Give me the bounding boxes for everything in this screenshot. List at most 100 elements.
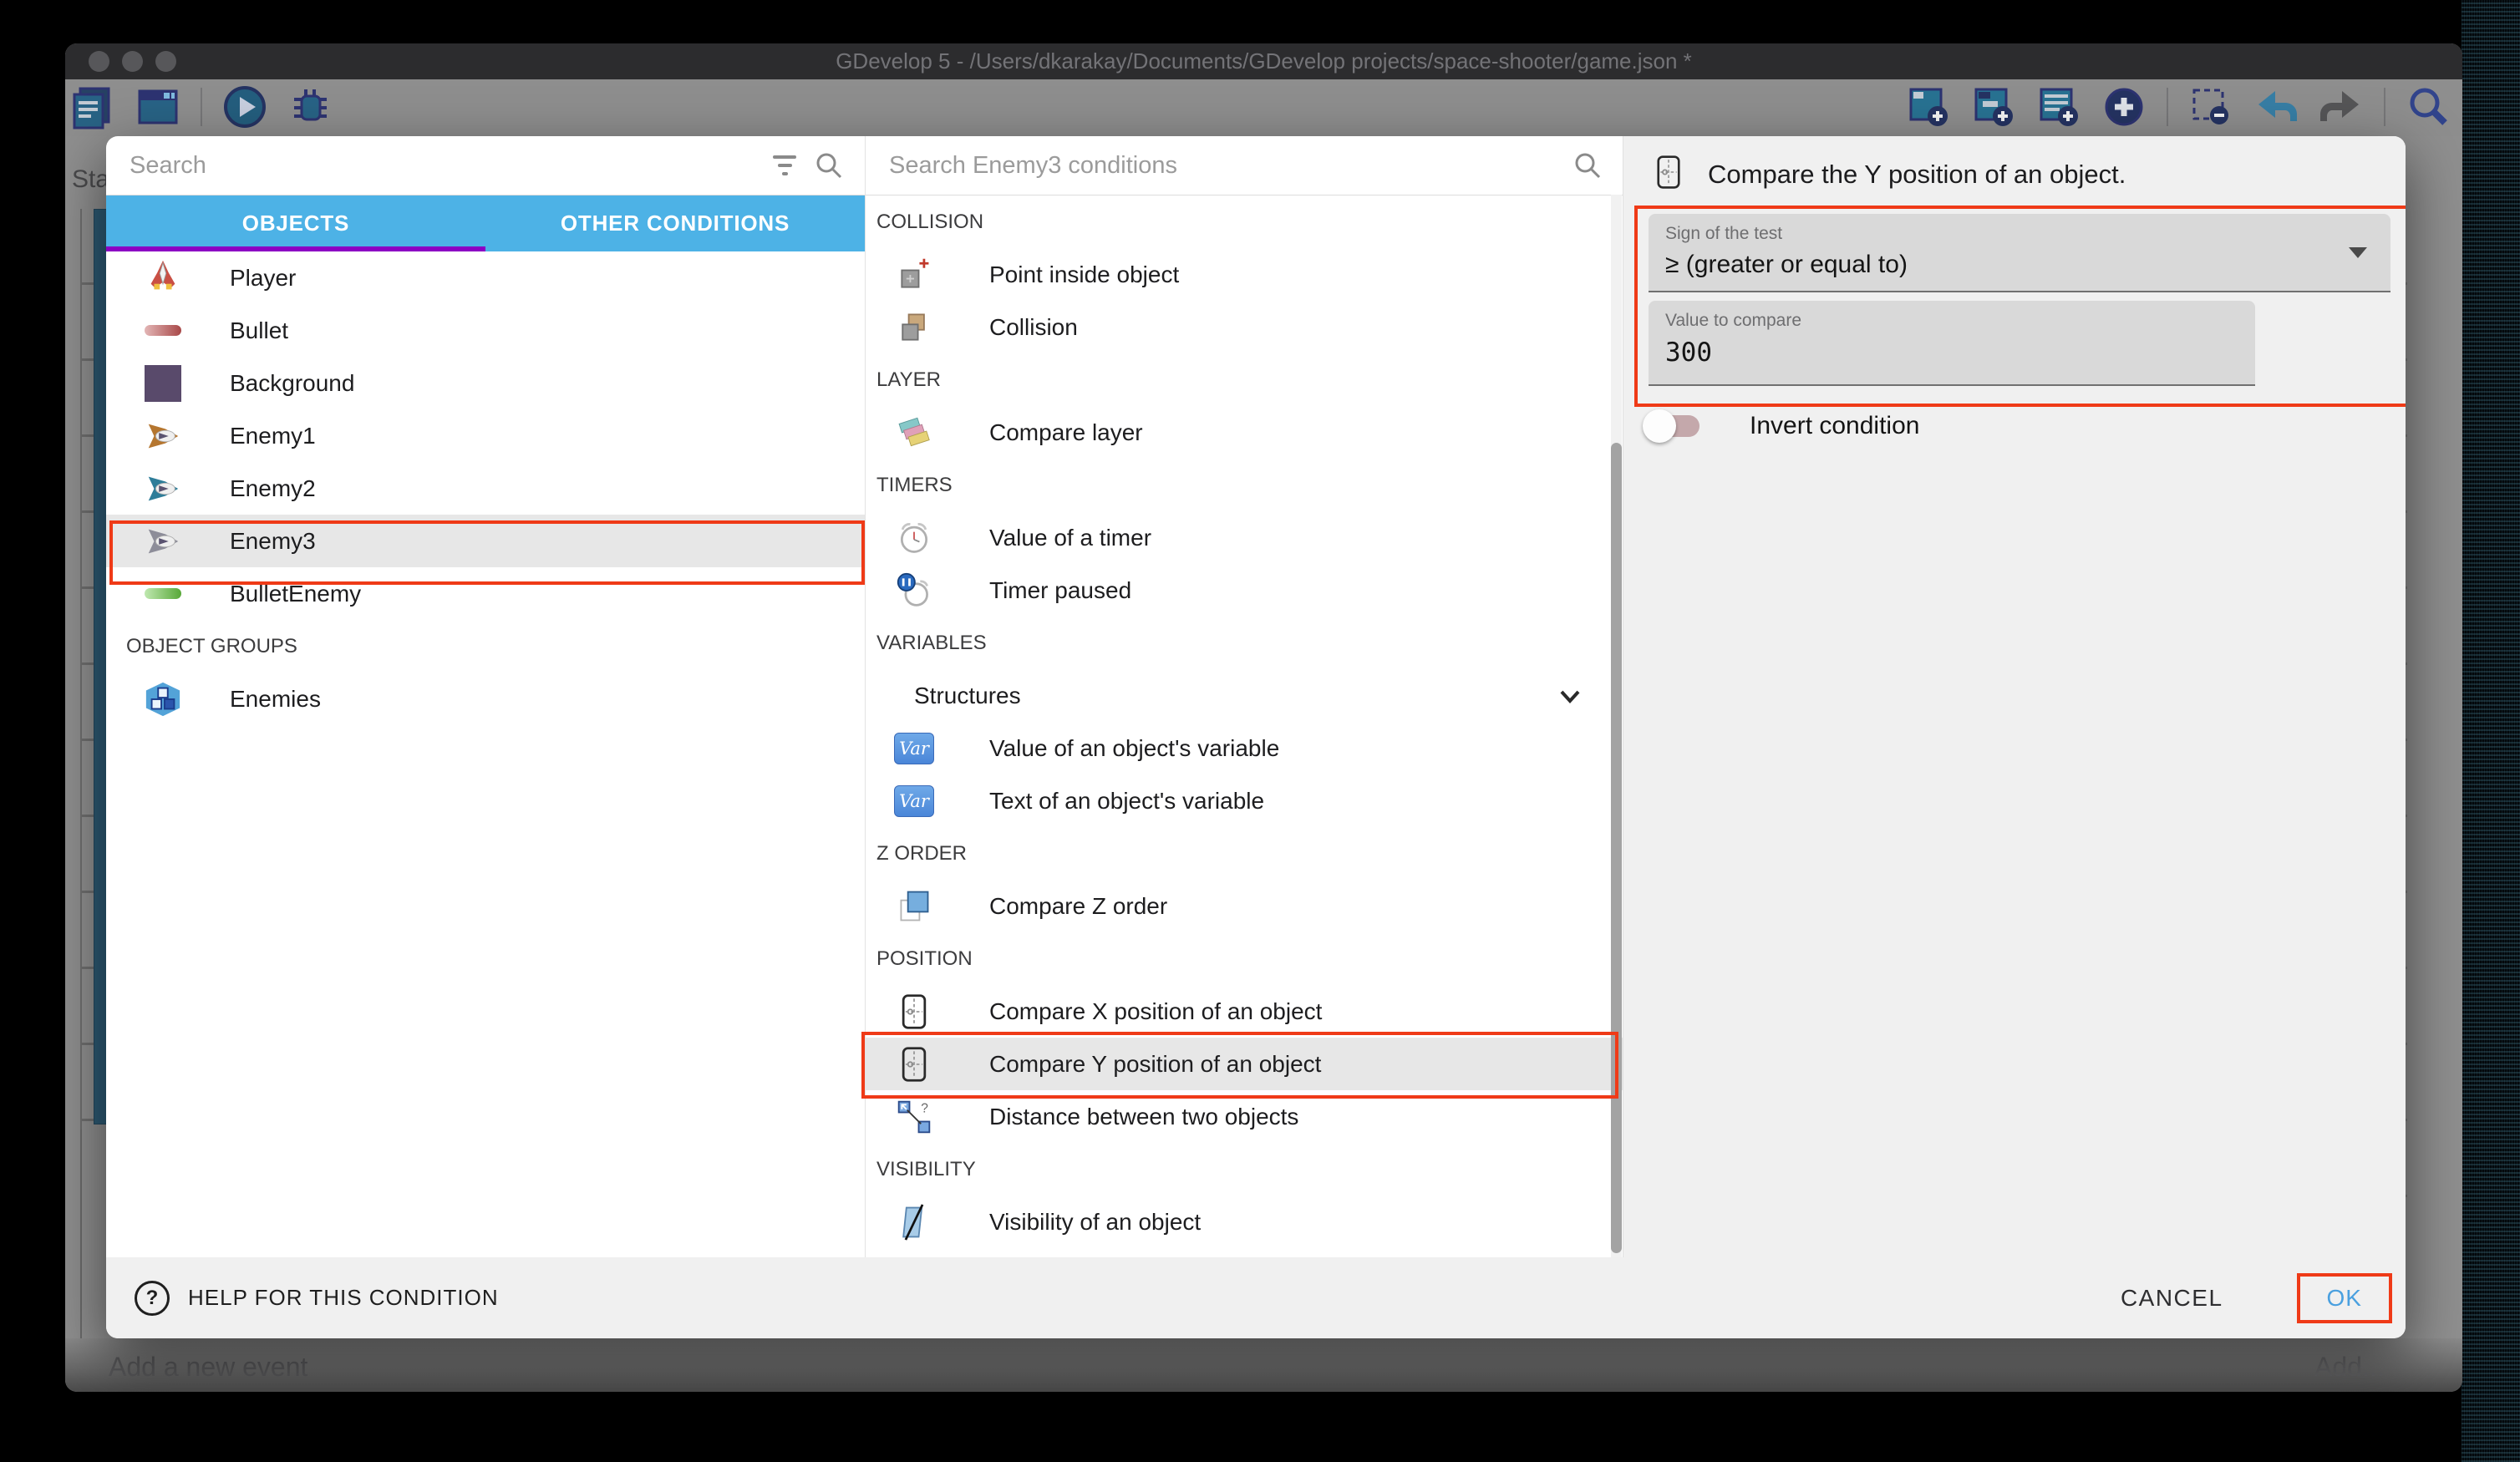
object-label: Enemy1 [230,423,316,449]
condition-row-structures[interactable]: Structures [866,669,1623,722]
add-event-icon[interactable] [1906,84,1951,129]
section-position: POSITION [866,932,1623,985]
close-window-button[interactable] [89,51,109,72]
bullet-enemy-icon [140,588,186,599]
sign-of-test-select[interactable]: Sign of the test ≥ (greater or equal to) [1649,214,2390,292]
condition-row-clipped[interactable] [866,1248,1623,1257]
add-more-events-icon[interactable] [2101,84,2147,129]
debug-icon[interactable] [287,84,333,129]
enemy2-ship-icon [140,470,186,508]
add-subevent-icon[interactable] [1971,84,2016,129]
filter-icon[interactable] [773,155,796,175]
value-to-compare-input[interactable]: Value to compare 300 [1649,301,2255,386]
condition-row-timer-paused[interactable]: Timer paused [866,564,1623,617]
distance-icon: ? [891,1099,937,1135]
condition-row-visibility[interactable]: Visibility of an object [866,1195,1623,1248]
add-new-event-link[interactable]: Add a new event [109,1352,307,1383]
object-variable-icon: Var [891,785,937,817]
enemy3-ship-icon [140,522,186,561]
conditions-scrollbar-thumb[interactable] [1611,443,1622,1253]
invert-condition-label: Invert condition [1750,412,1919,440]
condition-row-compare-x[interactable]: Compare X position of an object [866,985,1623,1038]
condition-row-distance[interactable]: ? Distance between two objects [866,1090,1623,1143]
toolbar-divider [2167,88,2168,126]
cancel-button[interactable]: CANCEL [2106,1275,2238,1322]
desktop: GDevelop 5 - /Users/dkarakay/Documents/G… [0,0,2520,1462]
enemy1-ship-icon [140,417,186,455]
maximize-window-button[interactable] [155,51,176,72]
condition-row-compare-y[interactable]: Compare Y position of an object [866,1038,1623,1090]
toolbar-divider [201,88,202,126]
chevron-down-icon[interactable] [1555,681,1585,711]
scene-tab[interactable]: Sta [72,165,109,194]
object-row-enemy2[interactable]: Enemy2 [106,462,865,515]
compare-y-position-icon [891,1046,937,1083]
scene-editor-icon[interactable] [135,84,180,129]
object-row-enemy1[interactable]: Enemy1 [106,409,865,462]
object-label: Background [230,370,354,397]
ok-button-annotation: OK [2297,1273,2392,1323]
object-variable-icon: Var [891,733,937,764]
condition-row-variable-text[interactable]: Var Text of an object's variable [866,774,1623,827]
group-row-enemies[interactable]: Enemies [106,673,865,725]
section-timers: TIMERS [866,459,1623,511]
condition-search-row [866,136,1623,195]
ok-button[interactable]: OK [2327,1285,2362,1311]
tab-objects[interactable]: OBJECTS [106,195,485,251]
undo-icon[interactable] [2253,84,2299,129]
toolbar-search-icon[interactable] [2406,84,2451,129]
objects-list: Player Bullet Background Enemy1 Enemy2 [106,251,865,725]
play-preview-icon[interactable] [222,84,267,129]
background-icon [140,365,186,402]
help-button[interactable]: ? HELP FOR THIS CONDITION [106,1281,499,1316]
condition-row-collision[interactable]: Collision [866,301,1623,353]
bullet-icon [140,325,186,336]
compare-z-order-icon [891,888,937,925]
object-search-input[interactable] [128,151,754,180]
event-tree-corner [80,1129,107,1360]
condition-row-point-inside[interactable]: Point inside object [866,248,1623,301]
object-group-icon [140,680,186,718]
object-row-bullet[interactable]: Bullet [106,304,865,357]
main-toolbar [65,79,2462,136]
condition-row-compare-z[interactable]: Compare Z order [866,880,1623,932]
section-collision: COLLISION [866,195,1623,248]
object-row-player[interactable]: Player [106,251,865,304]
toolbar-divider [2384,88,2385,126]
invert-condition-row: Invert condition [1643,412,1919,440]
selector-tabs: OBJECTS OTHER CONDITIONS [106,195,865,251]
section-visibility: VISIBILITY [866,1143,1623,1195]
object-row-enemy3[interactable]: Enemy3 [106,515,865,567]
compare-y-position-icon [1651,155,1686,194]
invert-condition-toggle[interactable] [1643,412,1703,440]
add-comment-icon[interactable] [2036,84,2081,129]
point-inside-object-icon [891,256,937,293]
compare-layer-icon [891,414,937,451]
condition-header: Compare the Y position of an object. [1623,136,2406,194]
search-icon[interactable] [815,151,843,180]
condition-search-input[interactable] [887,151,1555,180]
dialog-footer: ? HELP FOR THIS CONDITION CANCEL OK [106,1257,2406,1338]
condition-row-compare-layer[interactable]: Compare layer [866,406,1623,459]
player-ship-icon [140,259,186,297]
section-layer: LAYER [866,353,1623,406]
delete-event-icon[interactable] [2188,84,2233,129]
help-icon: ? [135,1281,170,1316]
events-sheet-bottom [65,1338,2462,1392]
dropdown-caret-icon [2349,247,2367,258]
condition-row-variable-value[interactable]: Var Value of an object's variable [866,722,1623,774]
conditions-list: COLLISION Point inside object Collision … [866,195,1623,1257]
object-row-bulletenemy[interactable]: BulletEnemy [106,567,865,620]
object-label: BulletEnemy [230,581,361,607]
instruction-selector-panel: OBJECTS OTHER CONDITIONS Player Bullet B… [106,136,865,1257]
tab-other-conditions[interactable]: OTHER CONDITIONS [485,195,865,251]
condition-title: Compare the Y position of an object. [1708,160,2126,190]
object-row-background[interactable]: Background [106,357,865,409]
section-variables: VARIABLES [866,617,1623,669]
search-icon[interactable] [1573,151,1602,180]
condition-row-timer-value[interactable]: Value of a timer [866,511,1623,564]
add-more-link[interactable]: Add... [2314,1352,2385,1383]
redo-icon[interactable] [2319,84,2364,129]
minimize-window-button[interactable] [122,51,143,72]
project-manager-icon[interactable] [70,84,115,129]
